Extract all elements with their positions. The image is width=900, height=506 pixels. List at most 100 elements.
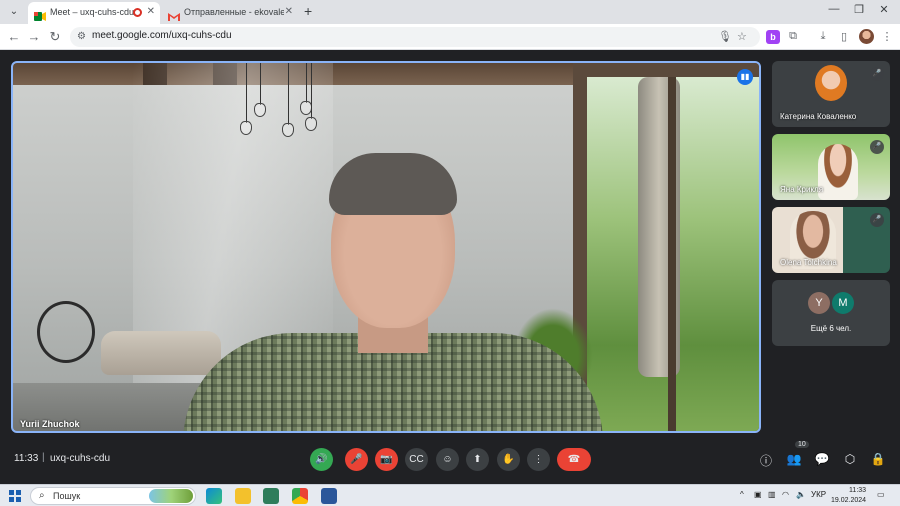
mic-off-icon: 🎤 [870, 67, 884, 81]
participant-tile[interactable]: 🎤 Яна Крикля [772, 134, 890, 200]
background-mullion [668, 77, 676, 431]
app-icon[interactable] [263, 488, 279, 504]
tab-meet[interactable]: Meet – uxq-cuhs-cdu ✕ [28, 2, 160, 24]
participant-tile[interactable]: 🎤 Катерина Коваленко [772, 61, 890, 127]
meet-stage: ▮▮ Yurii Zhuchok 🎤 Катерина Коваленко 🎤 … [0, 50, 900, 434]
mic-off-icon: 🎤 [870, 140, 884, 154]
input-language[interactable]: УКР [811, 490, 826, 499]
captions-button[interactable]: CC [405, 448, 428, 471]
background-sculpture [37, 301, 95, 363]
mic-icon[interactable]: 🎙 [718, 30, 732, 43]
activities-icon[interactable]: ⬡ [842, 452, 858, 466]
tray-app-icon[interactable]: ▣ [754, 490, 762, 499]
tab-title: Meet – uxq-cuhs-cdu [50, 7, 134, 17]
people-icon[interactable]: 👥 [786, 452, 802, 466]
windows-taskbar: ⌕ Пошук ^ ▣ ▥ ◠ 🔈 УКР 11:33 19.02.2024 ▭ [0, 484, 900, 506]
new-tab-icon[interactable]: + [304, 3, 312, 19]
chat-icon[interactable]: 💬 [814, 452, 830, 466]
lamp-bulb [240, 121, 252, 135]
lamp-wire [306, 63, 307, 103]
sidepanel-icon[interactable]: ▯ [836, 30, 852, 43]
more-participants-tile[interactable]: Y M Ещё 6 чел. [772, 280, 890, 346]
word-icon[interactable] [321, 488, 337, 504]
gmail-favicon-icon [168, 8, 180, 21]
participant-name: Olena Tolchkina [780, 258, 837, 267]
url-text[interactable]: meet.google.com/uxq-cuhs-cdu [92, 30, 232, 41]
maximize-icon[interactable]: ❐ [847, 3, 871, 16]
meeting-code: uxq-cuhs-cdu [50, 453, 111, 464]
url-bar[interactable]: ⚙ meet.google.com/uxq-cuhs-cdu 🎙 ☆ [70, 27, 760, 47]
participant-name: Катерина Коваленко [780, 112, 857, 121]
meet-favicon-icon [34, 8, 46, 21]
more-options-button[interactable]: ⋮ [527, 448, 550, 471]
camera-off-button[interactable]: 📷 [375, 448, 398, 471]
lamp-wire [260, 63, 261, 105]
separator: | [42, 452, 45, 463]
browser-tab-strip: ⌄ Meet – uxq-cuhs-cdu ✕ Отправленные - e… [0, 0, 900, 24]
mic-off-icon: 🎤 [870, 213, 884, 227]
notifications-icon[interactable]: ▭ [877, 490, 885, 499]
lamp-bulb [282, 123, 294, 137]
avatar: Y [808, 292, 830, 314]
raise-hand-button[interactable]: ✋ [497, 448, 520, 471]
search-icon: ⌕ [39, 490, 45, 501]
info-icon[interactable]: ⓘ [758, 452, 774, 469]
minimize-icon[interactable]: — [822, 3, 846, 15]
emoji-button[interactable]: ☺ [436, 448, 459, 471]
clock-date: 19.02.2024 [831, 497, 867, 504]
close-tab-icon[interactable]: ✕ [147, 2, 155, 22]
search-placeholder: Пошук [53, 491, 81, 501]
meet-control-bar: 11:33 | uxq-cuhs-cdu 🔊 🎤 📷 CC ☺ ⬆ ✋ ⋮ ☎ … [0, 434, 900, 484]
profile-avatar[interactable] [859, 29, 874, 44]
audio-output-button[interactable]: 🔊 [310, 448, 333, 471]
end-call-button[interactable]: ☎ [557, 448, 591, 471]
search-highlight-image [149, 489, 193, 503]
volume-icon[interactable]: 🔈 [796, 490, 806, 499]
lamp-wire [311, 63, 312, 119]
reload-icon[interactable]: ↻ [47, 29, 63, 45]
extensions-icon[interactable]: ⧉ [785, 30, 801, 43]
download-icon[interactable]: ⤓ [815, 30, 831, 43]
edge-icon[interactable] [206, 488, 222, 504]
speaker-video [183, 153, 603, 431]
taskbar-clock[interactable]: 11:33 19.02.2024 [831, 486, 866, 506]
lamp-wire [288, 63, 289, 125]
chrome-icon[interactable] [292, 488, 308, 504]
start-icon[interactable] [9, 490, 21, 502]
mic-off-button[interactable]: 🎤 [345, 448, 368, 471]
file-explorer-icon[interactable] [235, 488, 251, 504]
lamp-bulb [305, 117, 317, 131]
extension-b-icon[interactable]: b [766, 30, 780, 44]
tab-search-icon[interactable]: ⌄ [6, 4, 22, 20]
clock-time: 11:33 [849, 487, 867, 494]
present-button[interactable]: ⬆ [466, 448, 489, 471]
close-window-icon[interactable]: ✕ [872, 3, 896, 16]
back-icon[interactable]: ← [6, 29, 22, 45]
avatar [815, 65, 847, 101]
menu-icon[interactable]: ⋮ [879, 30, 895, 43]
tab-gmail[interactable]: Отправленные - ekovalenko20… ✕ [162, 2, 298, 24]
network-icon[interactable]: ▥ [768, 490, 776, 499]
site-info-icon[interactable]: ⚙ [77, 31, 86, 42]
star-icon[interactable]: ☆ [737, 30, 747, 43]
meeting-time: 11:33 [14, 453, 39, 464]
people-count-badge: 10 [795, 441, 809, 448]
wifi-icon[interactable]: ◠ [782, 490, 789, 499]
address-toolbar: ← → ↻ ⚙ meet.google.com/uxq-cuhs-cdu 🎙 ☆… [0, 24, 900, 50]
main-speaker-name: Yurii Zhuchok [20, 419, 80, 429]
recording-icon [133, 8, 142, 17]
participant-name: Яна Крикля [780, 185, 824, 194]
participant-video [818, 144, 858, 200]
close-tab-icon[interactable]: ✕ [285, 2, 293, 22]
forward-icon[interactable]: → [26, 29, 42, 45]
tray-chevron-icon[interactable]: ^ [740, 490, 744, 499]
speaking-indicator-icon: ▮▮ [737, 69, 753, 85]
host-controls-icon[interactable]: 🔒 [870, 452, 886, 466]
taskbar-search[interactable]: ⌕ Пошук [30, 487, 196, 505]
tab-title: Отправленные - ekovalenko20… [184, 7, 284, 17]
speaker-hair [329, 153, 457, 215]
main-video-tile[interactable]: ▮▮ Yurii Zhuchok [11, 61, 761, 433]
participant-tile[interactable]: 🎤 Olena Tolchkina [772, 207, 890, 273]
lamp-bulb [254, 103, 266, 117]
avatar: M [832, 292, 854, 314]
